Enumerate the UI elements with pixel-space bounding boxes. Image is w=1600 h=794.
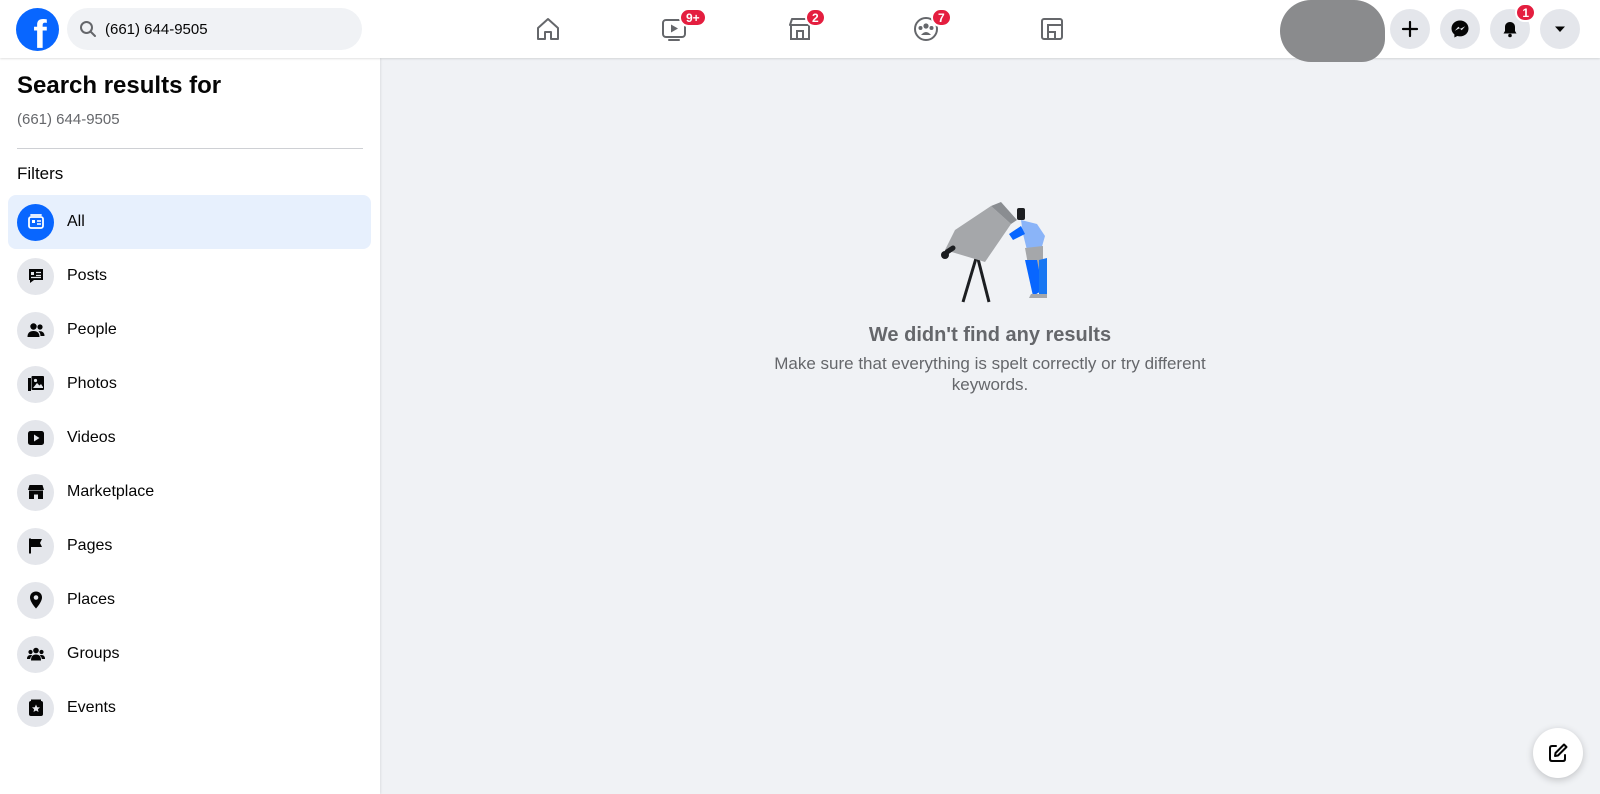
filter-groups[interactable]: Groups	[8, 627, 371, 681]
posts-icon	[17, 257, 54, 295]
filter-label: Groups	[67, 645, 120, 662]
messenger-button[interactable]	[1440, 9, 1480, 49]
filter-label: Marketplace	[67, 483, 155, 500]
filter-label: All	[67, 213, 85, 230]
empty-subtitle: Make sure that everything is spelt corre…	[774, 354, 1206, 394]
facebook-logo[interactable]: f	[16, 8, 59, 51]
nav-groups[interactable]: 7	[871, 4, 981, 54]
nav-video[interactable]: 9+	[619, 4, 729, 54]
video-badge: 9+	[679, 8, 707, 27]
sidebar-title: Search results for	[17, 72, 222, 99]
gaming-icon	[1041, 18, 1063, 40]
notifications-button[interactable]: 1	[1490, 3, 1536, 49]
caret-down-icon	[1555, 26, 1565, 32]
photos-icon	[17, 365, 54, 403]
filter-marketplace[interactable]: Marketplace	[8, 465, 371, 519]
filter-label: Videos	[67, 429, 116, 446]
marketplace-icon	[17, 473, 54, 511]
empty-results: We didn't find any results Make sure tha…	[380, 190, 1600, 395]
filter-label: People	[67, 321, 117, 338]
search-input[interactable]	[105, 20, 345, 38]
create-button[interactable]	[1390, 9, 1430, 49]
groups-badge: 7	[931, 8, 952, 27]
location-pin-icon	[17, 581, 54, 619]
filter-label: Posts	[67, 267, 108, 284]
filter-label: Photos	[67, 375, 117, 392]
filter-videos[interactable]: Videos	[8, 411, 371, 465]
divider	[17, 148, 363, 149]
filter-posts[interactable]: Posts	[8, 249, 371, 303]
nav-home[interactable]	[493, 4, 603, 54]
filter-label: Places	[67, 591, 116, 608]
telescope-illustration	[941, 202, 1047, 303]
filter-label: Events	[67, 699, 116, 716]
nav-marketplace[interactable]: 2	[745, 4, 855, 54]
plus-icon	[1401, 20, 1419, 38]
search-filters-sidebar: Search results for (661) 644-9505 Filter…	[0, 58, 380, 794]
bell-icon	[1503, 22, 1517, 38]
empty-title: We didn't find any results	[868, 324, 1112, 346]
filter-all[interactable]: All	[8, 195, 371, 249]
profile-avatar[interactable]	[1280, 0, 1385, 62]
marketplace-badge: 2	[805, 8, 826, 27]
filters-heading: Filters	[17, 164, 64, 183]
nav-gaming[interactable]	[997, 4, 1107, 54]
search-box[interactable]	[67, 8, 362, 50]
compose-icon	[1549, 743, 1568, 762]
filter-people[interactable]: People	[8, 303, 371, 357]
groups-icon	[17, 635, 54, 673]
filter-photos[interactable]: Photos	[8, 357, 371, 411]
calendar-star-icon	[17, 689, 54, 727]
flag-icon	[17, 527, 54, 565]
filter-events[interactable]: Events	[8, 681, 371, 735]
notifications-badge: 1	[1515, 3, 1536, 22]
account-menu-button[interactable]	[1540, 9, 1580, 49]
people-icon	[17, 311, 54, 349]
search-icon	[80, 21, 96, 37]
all-icon	[17, 203, 54, 241]
videos-icon	[17, 419, 54, 457]
search-query-text: (661) 644-9505	[17, 111, 120, 128]
top-bar: f 9+ 2	[0, 0, 1600, 62]
messenger-icon	[1451, 20, 1469, 38]
filter-label: Pages	[67, 537, 113, 554]
home-icon	[537, 18, 559, 40]
new-message-button[interactable]	[1533, 728, 1583, 778]
filter-places[interactable]: Places	[8, 573, 371, 627]
filter-pages[interactable]: Pages	[8, 519, 371, 573]
